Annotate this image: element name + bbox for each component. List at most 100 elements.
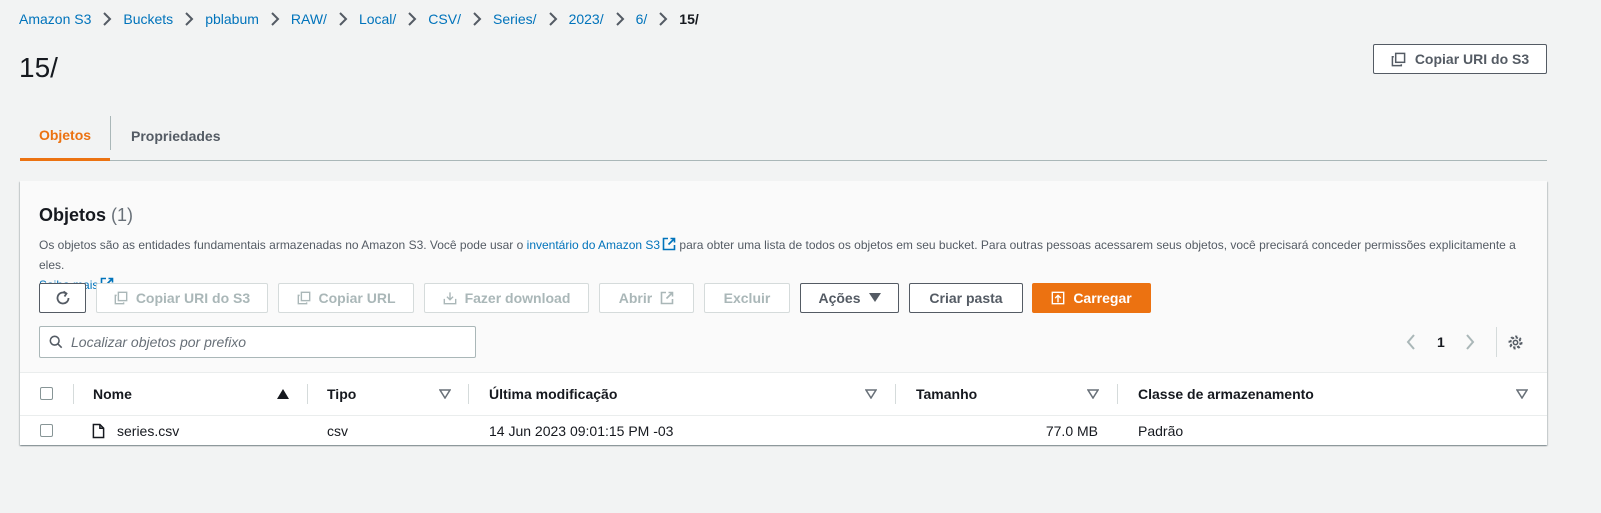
breadcrumb-item-csv[interactable]: CSV/	[428, 11, 461, 27]
column-divider	[895, 384, 896, 404]
copy-url-button[interactable]: Copiar URL	[278, 283, 414, 313]
column-header-storage-class[interactable]: Classe de armazenamento	[1138, 373, 1314, 415]
column-header-name-label: Nome	[93, 386, 132, 402]
copy-s3-uri-button[interactable]: Copiar URI do S3	[96, 283, 268, 313]
search-input[interactable]	[71, 334, 451, 350]
delete-button-label: Excluir	[723, 290, 771, 306]
chevron-right-icon	[91, 12, 123, 26]
copy-icon	[1391, 52, 1406, 66]
column-header-name[interactable]: Nome	[93, 373, 132, 415]
sort-icon[interactable]	[1087, 389, 1099, 399]
search-box	[39, 326, 476, 358]
external-link-icon	[662, 237, 676, 251]
breadcrumb-item-series[interactable]: Series/	[493, 11, 537, 27]
current-page-number: 1	[1437, 334, 1445, 350]
open-button-label: Abrir	[618, 290, 653, 306]
breadcrumb-item-buckets[interactable]: Buckets	[123, 11, 173, 27]
sort-icon[interactable]	[439, 389, 451, 399]
breadcrumb-item-2023[interactable]: 2023/	[569, 11, 604, 27]
tab-properties[interactable]: Propriedades	[131, 112, 220, 160]
header-row-divider	[20, 415, 1547, 416]
download-icon	[443, 292, 456, 305]
copy-s3-uri-label: Copiar URI do S3	[1414, 51, 1530, 67]
copy-s3-uri-button-label: Copiar URI do S3	[135, 290, 251, 306]
objects-description-text: Os objetos são as entidades fundamentais…	[39, 238, 527, 252]
create-folder-button-label: Criar pasta	[929, 290, 1003, 306]
upload-icon	[1051, 291, 1065, 305]
objects-count: (1)	[111, 205, 134, 225]
copy-s3-uri-button-header[interactable]: Copiar URI do S3	[1373, 44, 1547, 74]
tab-properties-label: Propriedades	[131, 128, 221, 144]
open-button[interactable]: Abrir	[599, 283, 694, 313]
column-header-last-modified[interactable]: Última modificação	[489, 373, 617, 415]
object-name-link[interactable]: series.csv	[117, 415, 179, 446]
actions-dropdown[interactable]: Ações	[800, 283, 899, 313]
download-button[interactable]: Fazer download	[424, 283, 589, 313]
table-settings-button[interactable]	[1507, 329, 1524, 355]
column-header-size-label: Tamanho	[916, 386, 978, 402]
chevron-right-icon	[327, 12, 359, 26]
column-divider	[307, 384, 308, 404]
breadcrumb-item-amazon-s3[interactable]: Amazon S3	[19, 11, 91, 27]
sort-ascending-icon[interactable]	[277, 389, 289, 399]
chevron-right-icon	[461, 12, 493, 26]
column-header-type-label: Tipo	[327, 386, 357, 402]
caret-down-icon	[868, 293, 881, 302]
object-last-modified: 14 Jun 2023 09:01:15 PM -03	[489, 415, 673, 446]
breadcrumb-item-bucket[interactable]: pblabum	[205, 11, 259, 27]
object-storage-class-label: Padrão	[1138, 422, 1184, 439]
object-size: 77.0 MB	[916, 415, 1098, 446]
column-header-last-modified-label: Última modificação	[489, 386, 618, 402]
object-last-modified-label: 14 Jun 2023 09:01:15 PM -03	[489, 422, 674, 439]
next-page-button[interactable]	[1465, 329, 1475, 355]
breadcrumb: Amazon S3 Buckets pblabum RAW/ Local/ CS…	[19, 11, 699, 27]
column-divider	[468, 384, 469, 404]
column-header-size[interactable]: Tamanho	[916, 373, 977, 415]
objects-panel-title: Objetos (1)	[39, 205, 133, 226]
previous-page-button[interactable]	[1406, 329, 1416, 355]
chevron-right-icon	[396, 12, 428, 26]
delete-button[interactable]: Excluir	[704, 283, 790, 313]
column-header-storage-class-label: Classe de armazenamento	[1138, 386, 1314, 402]
tab-bar: Objetos Propriedades	[20, 112, 1547, 161]
chevron-right-icon	[647, 12, 679, 26]
copy-icon	[297, 291, 310, 305]
breadcrumb-item-raw[interactable]: RAW/	[291, 11, 327, 27]
sort-icon[interactable]	[865, 389, 877, 399]
select-all-checkbox[interactable]	[40, 387, 53, 400]
object-size-label: 77.0 MB	[1045, 422, 1098, 439]
file-icon	[92, 415, 105, 446]
gear-icon	[1508, 335, 1523, 349]
page-title: 15/	[19, 52, 58, 83]
chevron-right-icon	[537, 12, 569, 26]
column-divider	[1117, 384, 1118, 404]
create-folder-button[interactable]: Criar pasta	[909, 283, 1023, 313]
breadcrumb-current: 15/	[679, 11, 699, 27]
tab-objects[interactable]: Objetos	[20, 112, 110, 161]
chevron-right-icon	[1466, 334, 1475, 350]
upload-button[interactable]: Carregar	[1032, 283, 1151, 313]
column-divider	[73, 384, 74, 404]
breadcrumb-item-6[interactable]: 6/	[636, 11, 648, 27]
row-checkbox[interactable]	[40, 424, 53, 437]
breadcrumb-item-local[interactable]: Local/	[359, 11, 396, 27]
chevron-right-icon	[259, 12, 291, 26]
object-type: csv	[327, 415, 348, 446]
objects-title-text: Objetos	[39, 205, 107, 225]
column-header-type[interactable]: Tipo	[327, 373, 356, 415]
inventory-link[interactable]: inventário do Amazon S3	[527, 237, 676, 252]
chevron-right-icon	[173, 12, 205, 26]
sort-icon[interactable]	[1516, 389, 1528, 399]
refresh-button[interactable]	[39, 283, 86, 313]
copy-icon	[114, 291, 128, 305]
object-type-label: csv	[327, 422, 348, 439]
tab-objects-label: Objetos	[38, 127, 92, 143]
pager-divider	[1496, 327, 1497, 357]
external-link-icon	[660, 291, 674, 305]
chevron-left-icon	[1406, 334, 1415, 350]
tab-divider	[110, 116, 111, 150]
page-number[interactable]: 1	[1437, 329, 1445, 355]
copy-url-button-label: Copiar URL	[318, 290, 396, 306]
refresh-icon	[56, 290, 69, 305]
upload-button-label: Carregar	[1073, 290, 1132, 306]
